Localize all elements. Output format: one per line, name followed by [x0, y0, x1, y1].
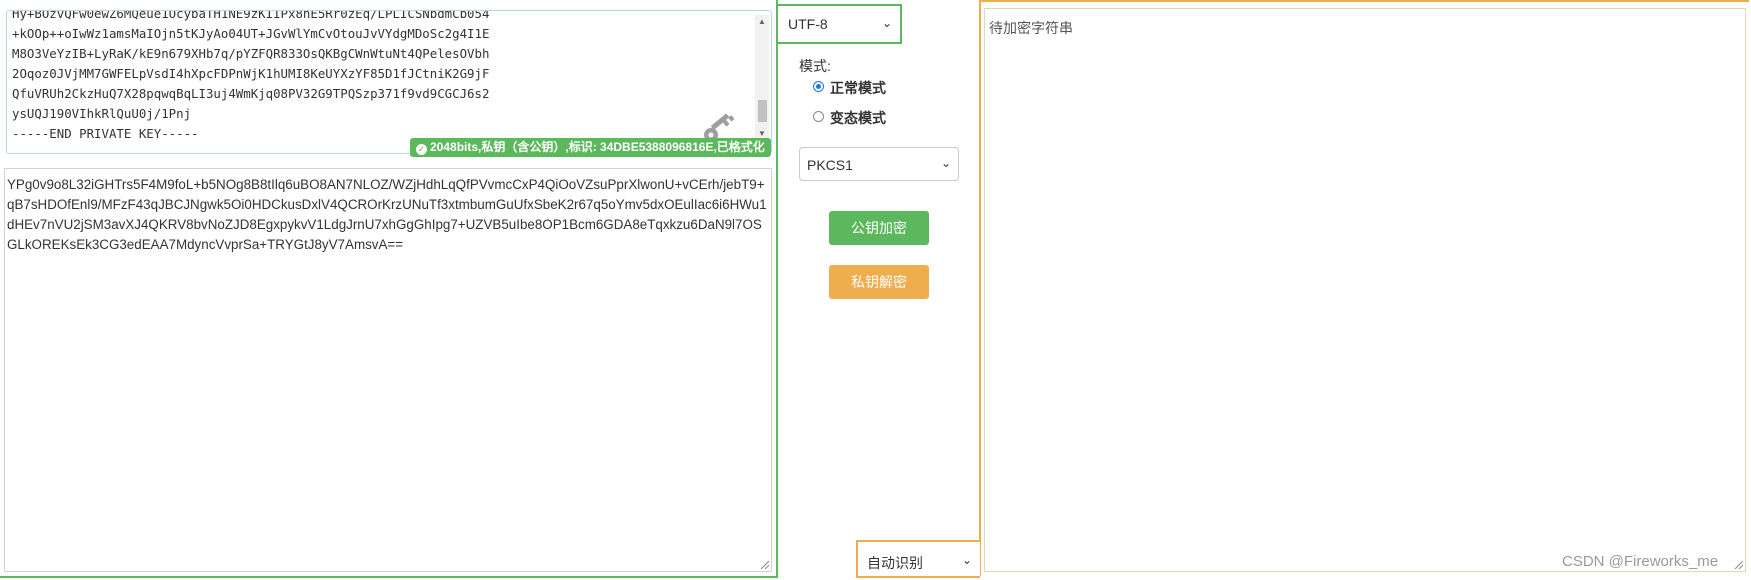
resize-grip-icon[interactable]	[759, 559, 769, 569]
charset-select[interactable]: UTF-8 ⌄	[778, 4, 902, 44]
private-key-decrypt-button[interactable]: 私钥解密	[829, 265, 929, 299]
plaintext-textarea[interactable]: 待加密字符串	[984, 8, 1746, 572]
chevron-down-icon: ⌄	[882, 16, 893, 30]
ciphertext-textarea[interactable]: YPg0v9o8L32iGHTrs5F4M9foL+b5NOg8B8tIlq6u…	[4, 168, 772, 572]
encoding-detect-select[interactable]: 自动识别 ⌄	[856, 540, 980, 578]
charset-value: UTF-8	[788, 16, 828, 32]
private-key-textarea[interactable]: Hy+BOzvQFw0ewZ6MQeue1OcybaTH1NE9zKIIPx8n…	[6, 10, 772, 154]
radio-normal-label: 正常模式	[830, 80, 886, 96]
radio-abnormal-label: 变态模式	[830, 110, 886, 126]
padding-value: PKCS1	[807, 157, 853, 173]
mode-label: 模式:	[799, 58, 831, 74]
check-circle-icon: ✓	[416, 144, 427, 155]
key-info-badge: ✓ 2048bits,私钥（含公钥）,标识: 34DBE5388096816E,已…	[410, 138, 771, 157]
public-key-encrypt-button[interactable]: 公钥加密	[829, 211, 929, 245]
chevron-down-icon: ⌄	[941, 156, 952, 170]
padding-select[interactable]: PKCS1 ⌄	[799, 147, 959, 181]
resize-grip-icon[interactable]	[1733, 559, 1743, 569]
private-key-text: Hy+BOzvQFw0ewZ6MQeue1OcybaTH1NE9zKIIPx8n…	[12, 10, 490, 141]
scroll-thumb[interactable]	[758, 100, 767, 122]
encoding-detect-value: 自动识别	[867, 555, 923, 571]
key-scrollbar[interactable]: ▲ ▼	[755, 15, 769, 143]
chevron-down-icon: ⌄	[962, 553, 973, 567]
ciphertext-content: YPg0v9o8L32iGHTrs5F4M9foL+b5NOg8B8tIlq6u…	[7, 177, 767, 252]
radio-button[interactable]	[813, 111, 824, 122]
scroll-up-icon[interactable]: ▲	[755, 17, 769, 27]
plaintext-placeholder: 待加密字符串	[989, 20, 1073, 36]
watermark: CSDN @Fireworks_me	[1562, 553, 1719, 570]
radio-button-checked[interactable]	[813, 81, 824, 92]
